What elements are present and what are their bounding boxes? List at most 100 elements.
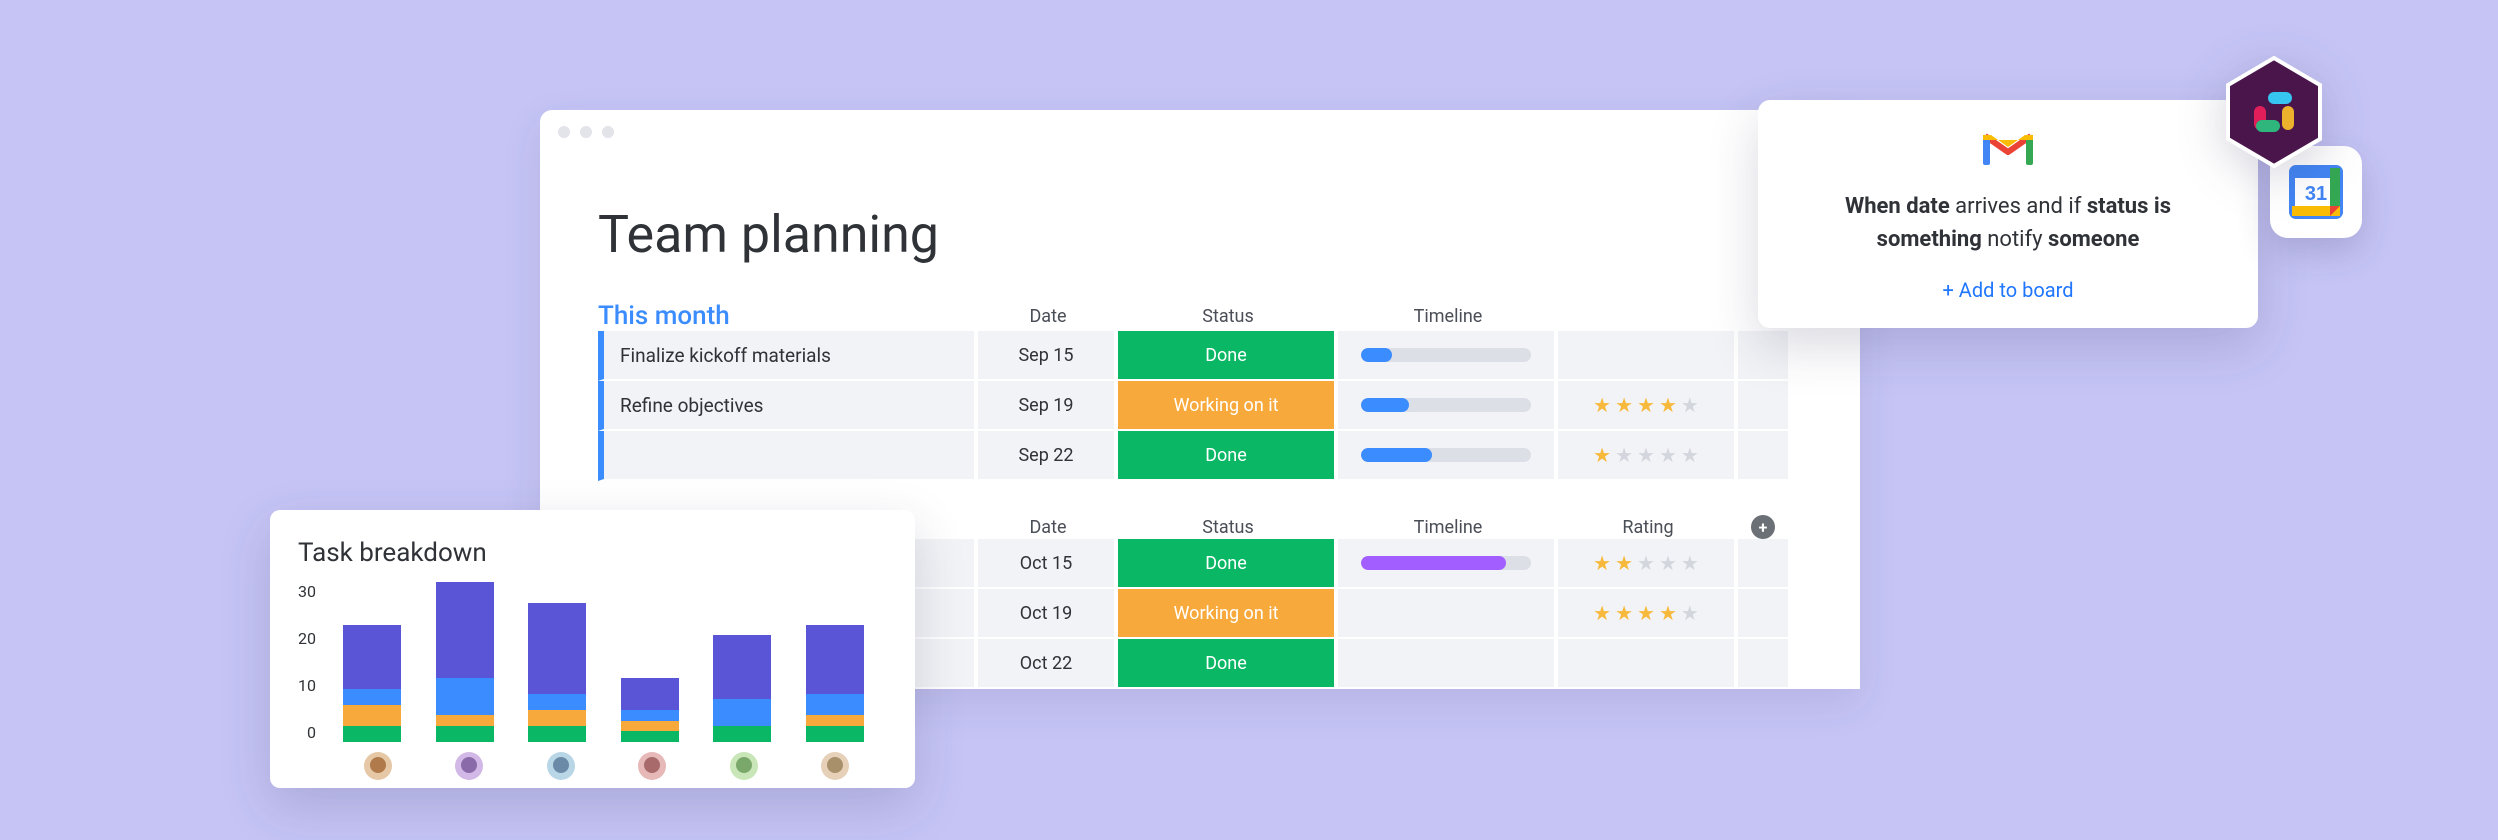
- column-header-date[interactable]: Date: [978, 306, 1118, 327]
- chart-bar-segment: [713, 635, 771, 699]
- chart-x-avatars: [298, 752, 881, 780]
- automation-text: When date arrives and if status is somet…: [1794, 190, 2222, 256]
- star-icon: ★: [1681, 443, 1699, 467]
- star-icon: ★: [1659, 551, 1677, 575]
- chart-bar: [343, 625, 401, 742]
- y-tick: 0: [307, 723, 316, 742]
- chart-bar: [528, 603, 586, 742]
- status-cell[interactable]: Working on it: [1118, 381, 1338, 431]
- rating-cell[interactable]: ★★★★★: [1558, 381, 1738, 431]
- table-row[interactable]: Sep 22Done★★★★★: [598, 431, 1802, 481]
- chart-bar-segment: [343, 625, 401, 689]
- row-trailing-cell: [1738, 381, 1788, 431]
- timeline-cell[interactable]: [1338, 539, 1558, 589]
- add-column-button[interactable]: +: [1751, 515, 1775, 539]
- timeline-cell[interactable]: [1338, 639, 1558, 689]
- chart-bar-segment: [343, 726, 401, 742]
- column-header-status[interactable]: Status: [1118, 517, 1338, 538]
- timeline-cell[interactable]: [1338, 381, 1558, 431]
- svg-text:31: 31: [2305, 183, 2327, 205]
- star-icon: ★: [1637, 601, 1655, 625]
- star-icon: ★: [1659, 443, 1677, 467]
- row-trailing-cell: [1738, 539, 1788, 589]
- star-icon: ★: [1637, 551, 1655, 575]
- chart-bar-segment: [713, 726, 771, 742]
- chart-bar: [621, 678, 679, 742]
- rating-cell[interactable]: ★★★★★: [1558, 539, 1738, 589]
- status-cell[interactable]: Done: [1118, 639, 1338, 689]
- chart-bars: [326, 582, 881, 742]
- timeline-cell[interactable]: [1338, 589, 1558, 639]
- chart-bar-segment: [806, 715, 864, 726]
- task-cell[interactable]: Refine objectives: [598, 381, 978, 431]
- star-icon: ★: [1659, 393, 1677, 417]
- row-trailing-cell: [1738, 589, 1788, 639]
- chart-bar-segment: [713, 699, 771, 726]
- star-icon: ★: [1593, 393, 1611, 417]
- chart-title: Task breakdown: [298, 538, 881, 568]
- chart-bar-segment: [806, 726, 864, 742]
- task-cell[interactable]: [598, 431, 978, 481]
- date-cell[interactable]: Oct 15: [978, 539, 1118, 589]
- rating-cell[interactable]: [1558, 639, 1738, 689]
- column-header-rating[interactable]: Rating: [1558, 517, 1738, 538]
- window-dot-icon: [580, 126, 592, 138]
- date-cell[interactable]: Sep 15: [978, 331, 1118, 381]
- chart-bar-segment: [436, 715, 494, 726]
- column-header-timeline[interactable]: Timeline: [1338, 306, 1558, 327]
- status-cell[interactable]: Done: [1118, 539, 1338, 589]
- avatar: [364, 752, 392, 780]
- column-header-timeline[interactable]: Timeline: [1338, 517, 1558, 538]
- chart-bar-segment: [343, 705, 401, 726]
- chart-y-axis: 30 20 10 0: [298, 582, 326, 742]
- chart-bar-segment: [806, 625, 864, 694]
- group-title[interactable]: This month: [598, 301, 978, 331]
- star-icon: ★: [1615, 601, 1633, 625]
- table-row[interactable]: Refine objectivesSep 19Working on it★★★★…: [598, 381, 1802, 431]
- chart-bar-segment: [436, 582, 494, 678]
- chart-bar-segment: [621, 731, 679, 742]
- status-cell[interactable]: Done: [1118, 331, 1338, 381]
- date-cell[interactable]: Oct 22: [978, 639, 1118, 689]
- date-cell[interactable]: Sep 19: [978, 381, 1118, 431]
- window-dot-icon: [558, 126, 570, 138]
- table-row[interactable]: Finalize kickoff materialsSep 15Done: [598, 331, 1802, 381]
- rating-cell[interactable]: ★★★★★: [1558, 589, 1738, 639]
- chart-bar-segment: [528, 710, 586, 726]
- status-cell[interactable]: Working on it: [1118, 589, 1338, 639]
- star-icon: ★: [1593, 551, 1611, 575]
- window-titlebar: [540, 110, 1860, 154]
- column-header-status[interactable]: Status: [1118, 306, 1338, 327]
- group-header: This month Date Status Timeline: [598, 301, 1802, 331]
- avatar: [547, 752, 575, 780]
- status-cell[interactable]: Done: [1118, 431, 1338, 481]
- task-cell[interactable]: Finalize kickoff materials: [598, 331, 978, 381]
- timeline-cell[interactable]: [1338, 331, 1558, 381]
- date-cell[interactable]: Oct 19: [978, 589, 1118, 639]
- star-icon: ★: [1637, 443, 1655, 467]
- add-to-board-button[interactable]: + Add to board: [1794, 278, 2222, 302]
- chart-bar-segment: [343, 689, 401, 705]
- rating-cell[interactable]: ★★★★★: [1558, 431, 1738, 481]
- chart-bar-segment: [621, 710, 679, 721]
- star-icon: ★: [1659, 601, 1677, 625]
- chart-bar-segment: [436, 726, 494, 742]
- row-trailing-cell: [1738, 331, 1788, 381]
- row-trailing-cell: [1738, 431, 1788, 481]
- chart-bar-segment: [528, 603, 586, 694]
- chart-bar-segment: [806, 694, 864, 715]
- avatar: [821, 752, 849, 780]
- y-tick: 10: [298, 676, 316, 695]
- date-cell[interactable]: Sep 22: [978, 431, 1118, 481]
- star-icon: ★: [1593, 443, 1611, 467]
- chart-bar: [436, 582, 494, 742]
- timeline-cell[interactable]: [1338, 431, 1558, 481]
- chart-card: Task breakdown 30 20 10 0: [270, 510, 915, 788]
- column-header-date[interactable]: Date: [978, 517, 1118, 538]
- chart-bar-segment: [528, 726, 586, 742]
- star-icon: ★: [1681, 393, 1699, 417]
- y-tick: 30: [298, 582, 316, 601]
- rating-cell[interactable]: [1558, 331, 1738, 381]
- star-icon: ★: [1615, 443, 1633, 467]
- chart-bar: [806, 625, 864, 742]
